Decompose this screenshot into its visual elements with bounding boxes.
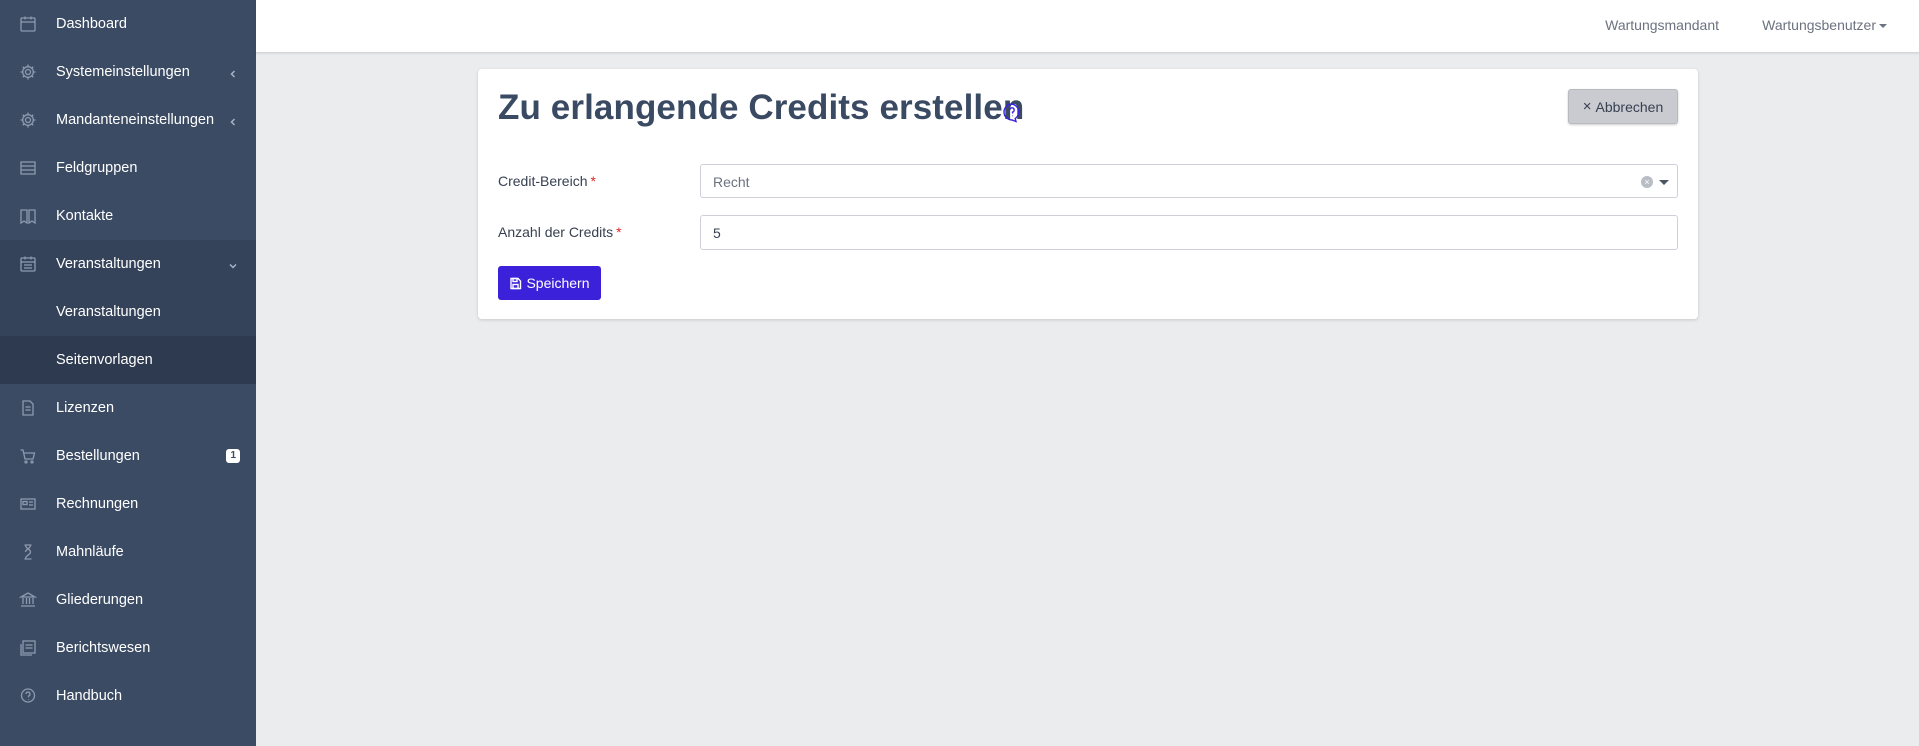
sidebar-item-label: Gliederungen [56, 592, 144, 608]
help-chat-icon[interactable] [1001, 101, 1023, 123]
credit-area-select[interactable]: Recht × [700, 164, 1678, 198]
save-button[interactable]: Speichern [498, 266, 601, 300]
sidebar-item-label: Systemeinstellungen [56, 64, 190, 80]
save-button-label: Speichern [526, 275, 590, 291]
sidebar-item-dashboard[interactable]: Dashboard [0, 0, 256, 48]
sidebar-item-label: Rechnungen [56, 496, 139, 512]
sidebar-subitem-seitenvorlagen[interactable]: Seitenvorlagen [0, 336, 256, 384]
calendar-icon [19, 15, 37, 33]
sidebar-item-kontakte[interactable]: Kontakte [0, 192, 256, 240]
sidebar-subitem-veranstaltungen[interactable]: Veranstaltungen [0, 288, 256, 336]
sidebar-item-label: Feldgruppen [56, 160, 138, 176]
orders-count-badge: 1 [226, 449, 240, 463]
sidebar-item-systemeinstellungen[interactable]: Systemeinstellungen [0, 48, 256, 96]
help-chat-icon [19, 687, 37, 705]
sidebar-item-label: Dashboard [56, 16, 127, 32]
gear-icon [19, 63, 37, 81]
sidebar-item-mandanteneinstellungen[interactable]: Mandanteneinstellungen [0, 96, 256, 144]
invoice-icon [19, 495, 37, 513]
sidebar-item-bestellungen[interactable]: Bestellungen 1 [0, 432, 256, 480]
save-icon [510, 277, 522, 289]
sidebar-item-rechnungen[interactable]: Rechnungen [0, 480, 256, 528]
clear-icon[interactable]: × [1641, 176, 1653, 188]
document-icon [19, 399, 37, 417]
address-book-icon [19, 207, 37, 225]
dropdown-arrow-icon[interactable] [1659, 180, 1669, 185]
hourglass-icon [19, 543, 37, 561]
required-marker: * [590, 173, 596, 189]
credit-area-label: Credit-Bereich * [498, 173, 596, 189]
gear-icon [19, 111, 37, 129]
close-icon: × [1582, 98, 1592, 115]
chevron-left-icon [228, 67, 238, 78]
user-name: Wartungsbenutzer [1762, 17, 1876, 33]
list-icon [19, 159, 37, 177]
page-title: Zu erlangende Credits erstellen [498, 88, 1025, 127]
sidebar-item-lizenzen[interactable]: Lizenzen [0, 384, 256, 432]
tenant-link[interactable]: Wartungsmandant [1605, 17, 1719, 33]
sidebar-item-gliederungen[interactable]: Gliederungen [0, 576, 256, 624]
reports-icon [19, 639, 37, 657]
user-menu[interactable]: Wartungsbenutzer [1762, 17, 1887, 33]
cancel-button[interactable]: × Abbrechen [1568, 89, 1678, 124]
sidebar-item-label: Mahnläufe [56, 544, 124, 560]
sidebar-item-label: Bestellungen [56, 448, 140, 464]
sidebar-item-label: Mandanteneinstellungen [56, 112, 215, 128]
sidebar-item-handbuch[interactable]: Handbuch [0, 672, 256, 720]
credit-count-label: Anzahl der Credits * [498, 224, 622, 240]
credit-area-selected-value: Recht [713, 174, 750, 190]
chevron-down-icon [228, 259, 238, 269]
chevron-left-icon [228, 115, 238, 126]
cancel-button-label: Abbrechen [1595, 98, 1664, 115]
credit-count-input[interactable] [700, 215, 1678, 250]
sidebar-item-label: Veranstaltungen [56, 256, 161, 272]
sidebar-item-label: Handbuch [56, 688, 123, 704]
sidebar-item-mahnlaeufe[interactable]: Mahnläufe [0, 528, 256, 576]
cart-icon [19, 447, 37, 465]
sidebar-item-berichtswesen[interactable]: Berichtswesen [0, 624, 256, 672]
top-bar: Wartungsmandant Wartungsbenutzer [256, 0, 1919, 53]
sidebar-item-label: Lizenzen [56, 400, 115, 416]
sidebar-item-label: Kontakte [56, 208, 114, 224]
sidebar-item-feldgruppen[interactable]: Feldgruppen [0, 144, 256, 192]
credit-count-label-text: Anzahl der Credits [498, 224, 614, 240]
required-marker: * [616, 224, 622, 240]
calendar-icon [19, 255, 37, 273]
credit-area-label-text: Credit-Bereich [498, 173, 588, 189]
caret-down-icon [1879, 24, 1887, 29]
bank-icon [19, 591, 37, 609]
create-credits-card: Zu erlangende Credits erstellen × Abbrech… [478, 69, 1698, 319]
sidebar: Dashboard Systemeinstellungen Mandantene… [0, 0, 256, 746]
sidebar-item-label: Berichtswesen [56, 640, 151, 656]
sidebar-item-veranstaltungen[interactable]: Veranstaltungen [0, 240, 256, 288]
